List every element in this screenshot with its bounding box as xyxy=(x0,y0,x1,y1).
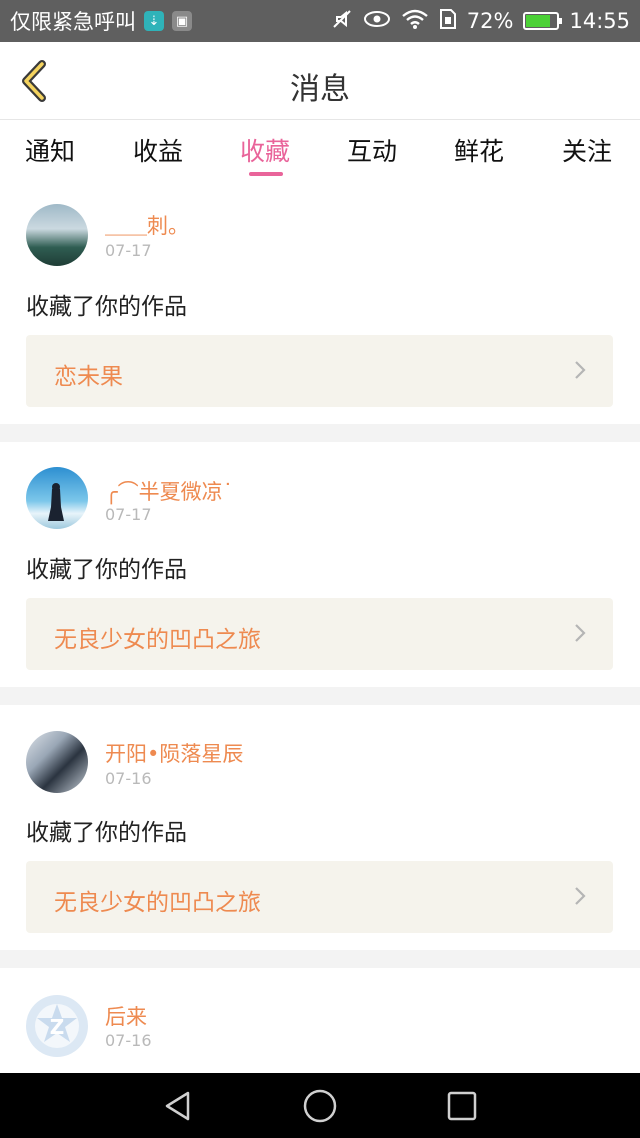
message-text: 收藏了你的作品 xyxy=(26,557,187,583)
tab-following[interactable]: 关注 xyxy=(562,132,612,168)
tab-favorites[interactable]: 收藏 xyxy=(240,132,290,168)
nav-recents-icon[interactable] xyxy=(444,1088,480,1124)
message-card: Z 后来 07-16 xyxy=(0,968,640,1073)
message-text: 收藏了你的作品 xyxy=(26,820,187,846)
work-link[interactable]: 恋未果 xyxy=(26,335,613,407)
work-link[interactable]: 无良少女的凹凸之旅 xyxy=(26,861,613,933)
mute-icon xyxy=(331,8,353,35)
message-date: 07-16 xyxy=(105,769,152,788)
username[interactable]: ╭⌒半夏微凉˙ xyxy=(105,476,233,506)
avatar[interactable] xyxy=(26,204,88,266)
work-title: 恋未果 xyxy=(54,364,123,390)
work-link[interactable]: 无良少女的凹凸之旅 xyxy=(26,598,613,670)
eye-icon xyxy=(363,8,391,35)
download-icon: ⇣ xyxy=(144,11,164,31)
system-nav-bar xyxy=(0,1073,640,1138)
message-card: ＿＿刺。 07-17 收藏了你的作品 恋未果 xyxy=(0,186,640,424)
message-date: 07-17 xyxy=(105,505,152,524)
avatar[interactable] xyxy=(26,731,88,793)
svg-text:Z: Z xyxy=(50,1015,65,1039)
message-date: 07-16 xyxy=(105,1031,152,1050)
status-bar: 仅限紧急呼叫 ⇣ ▣ 72% 14:55 xyxy=(0,0,640,42)
tab-bar: 通知 收益 收藏 互动 鲜花 关注 xyxy=(0,120,640,186)
chevron-right-icon xyxy=(575,887,586,905)
username[interactable]: 开阳•陨落星辰 xyxy=(105,738,243,768)
chevron-right-icon xyxy=(575,624,586,642)
gallery-icon: ▣ xyxy=(172,11,192,31)
active-tab-indicator xyxy=(249,172,283,176)
carrier-text: 仅限紧急呼叫 xyxy=(10,10,136,34)
tab-notifications[interactable]: 通知 xyxy=(25,132,75,168)
battery-icon xyxy=(523,12,563,30)
avatar[interactable] xyxy=(26,467,88,529)
username[interactable]: 后来 xyxy=(105,1001,147,1031)
default-avatar-icon: Z xyxy=(35,1004,79,1048)
avatar[interactable]: Z xyxy=(26,995,88,1057)
app-header: 消息 xyxy=(0,42,640,120)
page-title: 消息 xyxy=(290,72,350,107)
nav-back-icon[interactable] xyxy=(160,1088,196,1124)
battery-percent: 72% xyxy=(466,9,514,33)
nav-home-icon[interactable] xyxy=(302,1088,338,1124)
sim-icon xyxy=(439,8,457,35)
work-title: 无良少女的凹凸之旅 xyxy=(54,890,261,916)
tab-flowers[interactable]: 鲜花 xyxy=(454,132,504,168)
clock: 14:55 xyxy=(569,9,630,33)
chevron-right-icon xyxy=(575,361,586,379)
work-title: 无良少女的凹凸之旅 xyxy=(54,627,261,653)
message-date: 07-17 xyxy=(105,241,152,260)
message-card: 开阳•陨落星辰 07-16 收藏了你的作品 无良少女的凹凸之旅 xyxy=(0,705,640,950)
wifi-icon xyxy=(401,8,429,35)
username[interactable]: ＿＿刺。 xyxy=(105,210,189,240)
message-text: 收藏了你的作品 xyxy=(26,294,187,320)
message-card: ╭⌒半夏微凉˙ 07-17 收藏了你的作品 无良少女的凹凸之旅 xyxy=(0,442,640,687)
tab-earnings[interactable]: 收益 xyxy=(133,132,183,168)
tab-interactions[interactable]: 互动 xyxy=(347,132,397,168)
